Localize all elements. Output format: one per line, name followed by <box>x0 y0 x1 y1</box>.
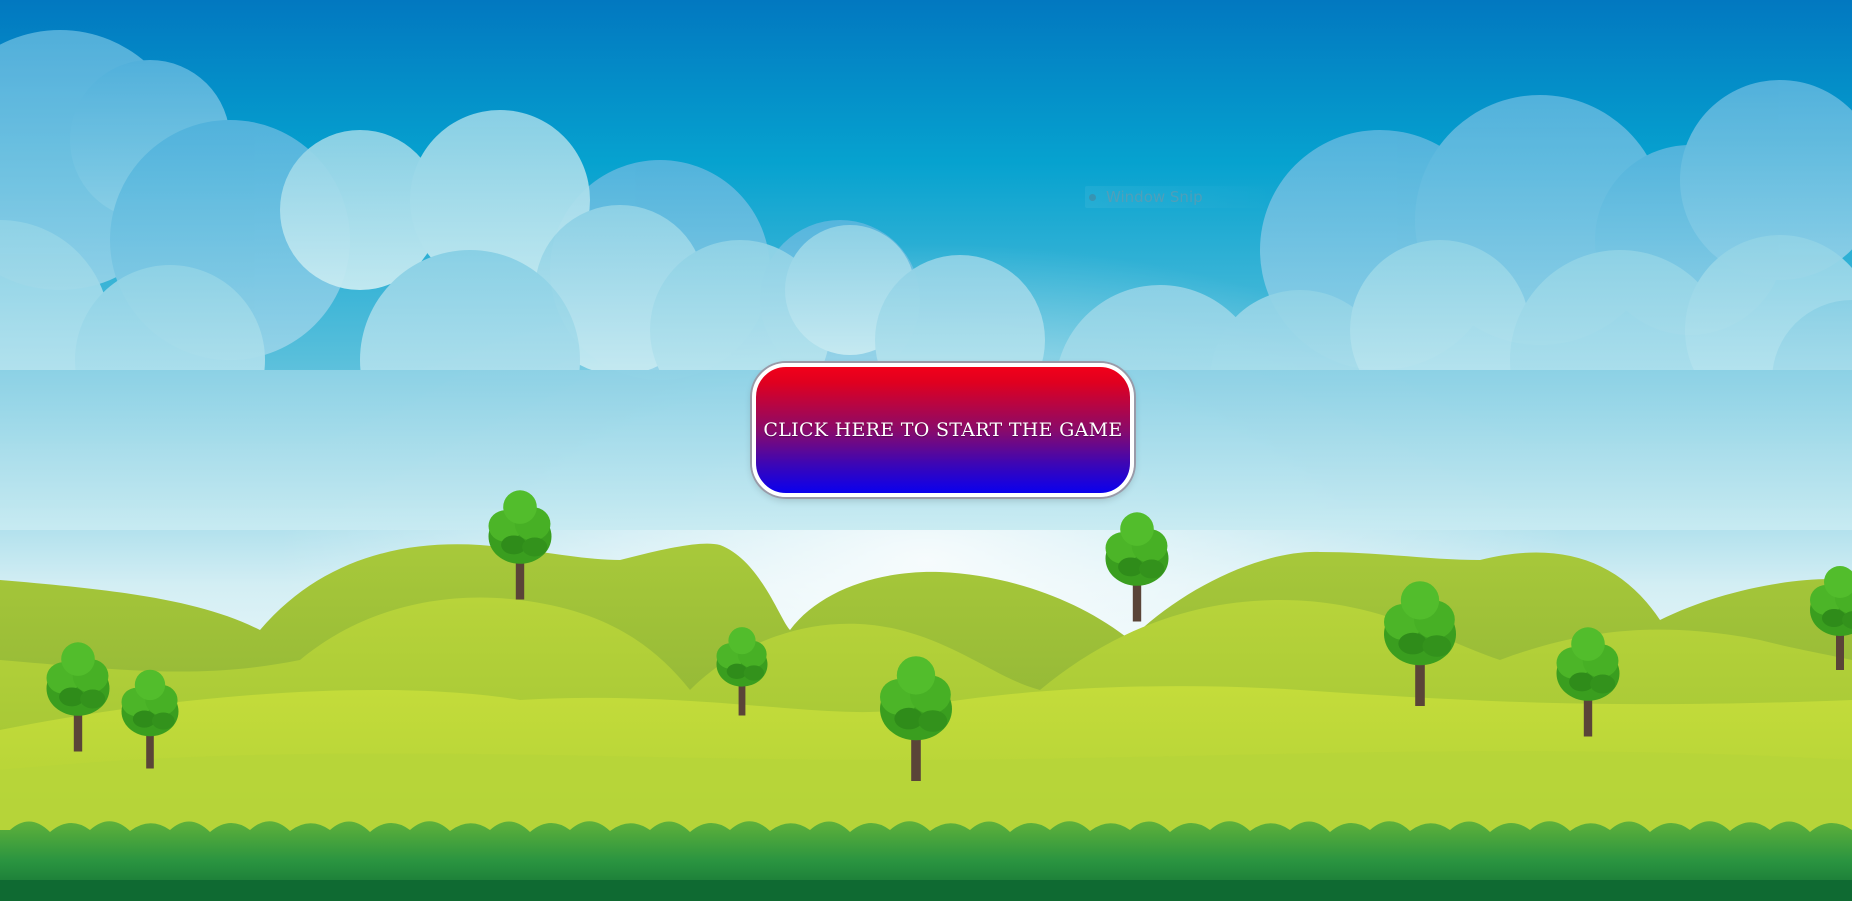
start-game-button[interactable]: CLICK HERE TO START THE GAME <box>752 363 1134 497</box>
snip-hint-label: Window Snip <box>1106 188 1203 206</box>
start-game-label: CLICK HERE TO START THE GAME <box>763 419 1123 441</box>
window-snip-hint: Window Snip <box>1085 186 1285 208</box>
grass-base <box>0 880 1852 901</box>
snip-dot-icon <box>1089 193 1096 201</box>
